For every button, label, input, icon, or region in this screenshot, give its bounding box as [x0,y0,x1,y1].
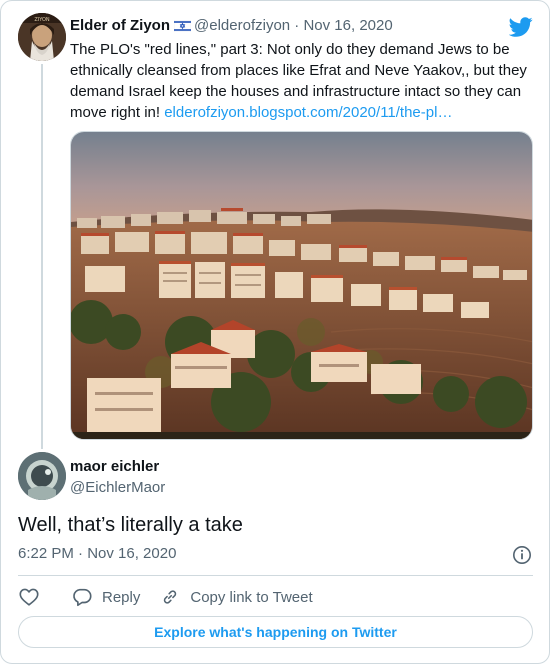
parent-tweet-header: Elder of Ziyon @elderofziyon · Nov 16, 2… [70,16,393,36]
elder-of-ziyon-avatar[interactable]: ZIYON [18,13,66,61]
israel-flag-icon [174,20,192,32]
tweet-photo[interactable] [70,131,533,440]
reply-icon [73,588,92,607]
reply-label: Reply [102,588,141,606]
dot-separator: · [294,17,300,34]
thread-connector-line [41,64,43,449]
heart-icon [19,588,39,606]
maor-eichler-avatar[interactable] [18,452,66,500]
reply-author-name[interactable]: maor eichler [70,457,159,477]
like-button[interactable] [18,586,40,608]
svg-text:ZIYON: ZIYON [34,17,50,23]
parent-tweet-text: The PLO's "red lines," part 3: Not only … [70,39,532,123]
hillside-town-photo [71,132,532,439]
embedded-tweet-card: ZIYON Elder of Ziyon @elderofziyon · Nov… [0,0,550,664]
tweet-link[interactable]: elderofziyon.blogspot.com/2020/11/the-pl… [164,104,452,121]
reply-button[interactable]: Reply [71,586,140,608]
author-name[interactable]: Elder of Ziyon [70,17,170,34]
copy-link-label: Copy link to Tweet [190,588,313,606]
reply-tweet-text: Well, that’s literally a take [18,514,243,536]
reply-author-handle[interactable]: @EichlerMaor [70,478,165,498]
explore-twitter-button[interactable]: Explore what's happening on Twitter [18,616,533,648]
link-icon [164,590,177,604]
tweet-actions: Reply Copy link to Tweet [18,585,313,609]
copy-link-button[interactable]: Copy link to Tweet [160,587,313,607]
author-handle[interactable]: @elderofziyon [194,17,290,34]
reply-timestamp[interactable]: 6:22 PM · Nov 16, 2020 [18,544,176,564]
twitter-bird-icon[interactable] [509,15,533,39]
info-icon[interactable] [512,545,532,565]
tweet-date[interactable]: Nov 16, 2020 [303,17,392,34]
astronaut-avatar-image [18,452,66,500]
portrait-avatar-image: ZIYON [18,13,66,61]
action-divider [18,575,533,576]
